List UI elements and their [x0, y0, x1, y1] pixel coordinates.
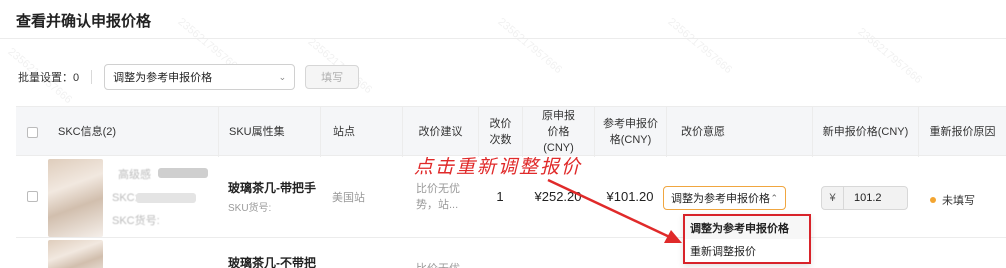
header-orig-price: 原申报价格(CNY) [522, 107, 594, 157]
header-ref-price: 参考申报价格(CNY) [594, 107, 666, 157]
header-count: 改价次数 [478, 107, 522, 157]
intent-select-value: 调整为参考申报价格 [671, 193, 770, 205]
redacted-text [158, 168, 208, 178]
new-price-input[interactable]: ¥ 101.2 [821, 186, 908, 210]
header-site: 站点 [320, 107, 402, 157]
header-intent: 改价意愿 [666, 107, 812, 157]
header-attr: SKU属性集 [218, 107, 320, 157]
header-advice: 改价建议 [402, 107, 478, 157]
reason-text: 未填写 [942, 195, 975, 207]
batch-settings-label: 批量设置：0 [18, 72, 80, 84]
new-price-value: 101.2 [854, 192, 882, 204]
dropdown-option-readjust[interactable]: 重新调整报价 [685, 239, 809, 262]
status-dot-icon [930, 197, 936, 203]
annotation-text: 点击重新调整报价 [414, 156, 583, 178]
dropdown-option-ref-price[interactable]: 调整为参考申报价格 [685, 216, 809, 239]
header-skc: SKC信息(2) [58, 126, 117, 138]
reason-status: 未填写 [930, 192, 975, 208]
batch-settings-row: 批量设置：0 调整为参考申报价格 ⌄ 填写 [18, 64, 360, 90]
row-select[interactable] [16, 238, 48, 268]
ref-price-cell: ¥101.20 [606, 189, 654, 204]
skc-id-label: SKC: [112, 192, 138, 204]
table-header: SKC信息(2) SKU属性集 站点 改价建议 改价次数 原申报价格(CNY) … [16, 106, 1006, 157]
row-checkbox[interactable] [26, 191, 38, 202]
select-all-checkbox[interactable] [26, 126, 38, 138]
row-select[interactable] [16, 156, 48, 237]
intent-dropdown: 调整为参考申报价格 重新调整报价 [683, 214, 811, 264]
batch-select-value: 调整为参考申报价格 [113, 72, 213, 84]
redacted-text [136, 193, 196, 203]
divider [91, 70, 93, 84]
title-divider [0, 38, 1006, 39]
watermark: 2356217957666 [855, 25, 925, 87]
watermark: 2356217957666 [495, 15, 565, 77]
sku-code-label: SKU货号: [228, 203, 272, 214]
fill-button[interactable]: 填写 [305, 65, 360, 89]
currency-prefix: ¥ [822, 187, 844, 209]
header-new-price: 新申报价格(CNY) [812, 107, 918, 157]
header-select-all[interactable] [16, 107, 48, 157]
page-title: 查看并确认申报价格 [16, 13, 152, 30]
chevron-down-icon: ⌄ [278, 71, 287, 82]
batch-select[interactable]: 调整为参考申报价格 ⌄ [104, 64, 296, 90]
header-reason: 重新报价原因 [918, 107, 1006, 157]
chevron-up-icon: ⌃ [770, 192, 778, 203]
watermark: 2356217957666 [665, 15, 735, 77]
attr-cell: 玻璃茶几-带把手 SKU货号: [228, 156, 320, 237]
skc-code-label: SKC货号: [112, 215, 160, 227]
advice-cell: 比价无优 [416, 238, 476, 268]
table-row: 玻璃茶几-不带把 比价无优 [16, 238, 1006, 268]
product-thumbnail [48, 159, 103, 237]
site-cell: 美国站 [332, 191, 365, 204]
product-thumbnail [48, 240, 103, 268]
sku-attr: 玻璃茶几-带把手 [228, 181, 316, 195]
skc-title: 高级感 [118, 169, 151, 181]
intent-select[interactable]: 调整为参考申报价格 ⌃ [663, 186, 786, 210]
sku-attr: 玻璃茶几-不带把 [228, 256, 316, 268]
